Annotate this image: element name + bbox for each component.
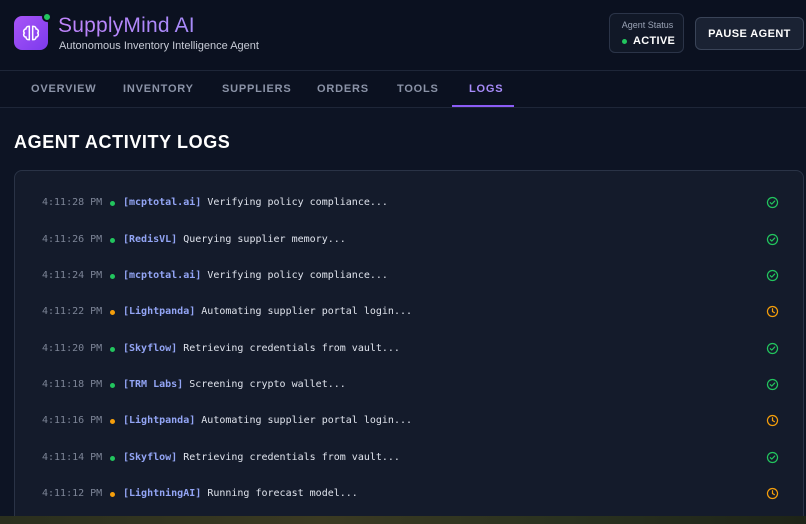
log-message: [mcptotal.ai] Verifying policy complianc… xyxy=(123,197,388,208)
check-circle-icon xyxy=(766,451,779,464)
page-title: AGENT ACTIVITY LOGS xyxy=(14,132,231,152)
log-text: Verifying policy compliance... xyxy=(207,197,388,208)
check-circle-icon xyxy=(766,196,779,209)
log-timestamp: 4:11:12 PM xyxy=(42,488,103,499)
log-text: Retrieving credentials from vault... xyxy=(183,343,400,354)
app-title: SupplyMind AI xyxy=(58,14,195,37)
log-timestamp: 4:11:26 PM xyxy=(42,234,103,245)
active-tab-indicator xyxy=(452,105,514,107)
log-status-dot xyxy=(110,383,115,388)
status-dot-icon xyxy=(622,38,627,44)
log-timestamp: 4:11:22 PM xyxy=(42,306,103,317)
log-message: [mcptotal.ai] Verifying policy complianc… xyxy=(123,270,388,281)
log-source: [TRM Labs] xyxy=(123,379,184,390)
check-circle-icon xyxy=(766,269,779,282)
tab-tools[interactable]: TOOLS xyxy=(397,83,439,95)
log-timestamp: 4:11:18 PM xyxy=(42,379,103,390)
log-source: [LightningAI] xyxy=(123,488,202,499)
log-text: Screening crypto wallet... xyxy=(189,379,346,390)
log-status-dot xyxy=(110,456,115,461)
log-message: [Skyflow] Retrieving credentials from va… xyxy=(123,452,400,463)
log-text: Running forecast model... xyxy=(207,488,358,499)
check-circle-icon xyxy=(766,342,779,355)
log-source: [mcptotal.ai] xyxy=(123,197,202,208)
log-timestamp: 4:11:24 PM xyxy=(42,270,103,281)
log-entry: 4:11:28 PM [mcptotal.ai] Verifying policy… xyxy=(15,193,805,213)
tab-logs[interactable]: LOGS xyxy=(469,83,503,95)
log-source: [Skyflow] xyxy=(123,452,178,463)
log-entry: 4:11:12 PM [LightningAI] Running forecast… xyxy=(15,484,805,504)
log-message: [LightningAI] Running forecast model... xyxy=(123,488,358,499)
check-circle-icon xyxy=(766,233,779,246)
log-text: Querying supplier memory... xyxy=(183,234,346,245)
agent-status-text: ACTIVE xyxy=(633,35,676,47)
tab-inventory[interactable]: INVENTORY xyxy=(123,83,194,95)
agent-status-value: ACTIVE xyxy=(622,35,675,47)
agent-status-label: Agent Status xyxy=(621,20,674,30)
log-entry: 4:11:24 PM [mcptotal.ai] Verifying policy… xyxy=(15,266,805,286)
log-timestamp: 4:11:16 PM xyxy=(42,415,103,426)
pause-agent-button[interactable]: PAUSE AGENT xyxy=(695,17,804,50)
log-message: [RedisVL] Querying supplier memory... xyxy=(123,234,346,245)
background-strip xyxy=(0,516,806,524)
clock-icon xyxy=(766,305,779,318)
log-entry: 4:11:26 PM [RedisVL] Querying supplier me… xyxy=(15,230,805,250)
tab-suppliers[interactable]: SUPPLIERS xyxy=(222,83,292,95)
log-message: [Lightpanda] Automating supplier portal … xyxy=(123,415,412,426)
tab-overview[interactable]: OVERVIEW xyxy=(31,83,97,95)
online-indicator xyxy=(42,12,52,22)
log-timestamp: 4:11:14 PM xyxy=(42,452,103,463)
log-message: [Lightpanda] Automating supplier portal … xyxy=(123,306,412,317)
log-entry: 4:11:20 PM [Skyflow] Retrieving credentia… xyxy=(15,339,805,359)
log-text: Verifying policy compliance... xyxy=(207,270,388,281)
agent-status-box: Agent Status ACTIVE xyxy=(609,13,684,53)
clock-icon xyxy=(766,414,779,427)
log-status-dot xyxy=(110,492,115,497)
log-text: Retrieving credentials from vault... xyxy=(183,452,400,463)
tab-orders[interactable]: ORDERS xyxy=(317,83,369,95)
app-header: SupplyMind AI Autonomous Inventory Intel… xyxy=(0,0,806,71)
log-entry: 4:11:14 PM [Skyflow] Retrieving credentia… xyxy=(15,448,805,468)
log-source: [Lightpanda] xyxy=(123,415,196,426)
log-status-dot xyxy=(110,347,115,352)
log-text: Automating supplier portal login... xyxy=(201,415,412,426)
log-text: Automating supplier portal login... xyxy=(201,306,412,317)
brain-icon xyxy=(14,12,52,50)
log-status-dot xyxy=(110,419,115,424)
log-status-dot xyxy=(110,201,115,206)
log-source: [Lightpanda] xyxy=(123,306,196,317)
log-panel[interactable]: 4:11:28 PM [mcptotal.ai] Verifying policy… xyxy=(14,170,804,524)
check-circle-icon xyxy=(766,378,779,391)
log-status-dot xyxy=(110,238,115,243)
nav-tabs: OVERVIEW INVENTORY SUPPLIERS ORDERS TOOL… xyxy=(0,71,806,108)
log-timestamp: 4:11:20 PM xyxy=(42,343,103,354)
clock-icon xyxy=(766,487,779,500)
log-entry: 4:11:18 PM [TRM Labs] Screening crypto wa… xyxy=(15,375,805,395)
log-source: [Skyflow] xyxy=(123,343,178,354)
log-timestamp: 4:11:28 PM xyxy=(42,197,103,208)
log-message: [Skyflow] Retrieving credentials from va… xyxy=(123,343,400,354)
app-subtitle: Autonomous Inventory Intelligence Agent xyxy=(59,40,259,52)
log-entry: 4:11:16 PM [Lightpanda] Automating suppli… xyxy=(15,411,805,431)
log-source: [RedisVL] xyxy=(123,234,178,245)
log-status-dot xyxy=(110,274,115,279)
log-source: [mcptotal.ai] xyxy=(123,270,202,281)
log-entry: 4:11:22 PM [Lightpanda] Automating suppli… xyxy=(15,302,805,322)
log-status-dot xyxy=(110,310,115,315)
log-message: [TRM Labs] Screening crypto wallet... xyxy=(123,379,346,390)
